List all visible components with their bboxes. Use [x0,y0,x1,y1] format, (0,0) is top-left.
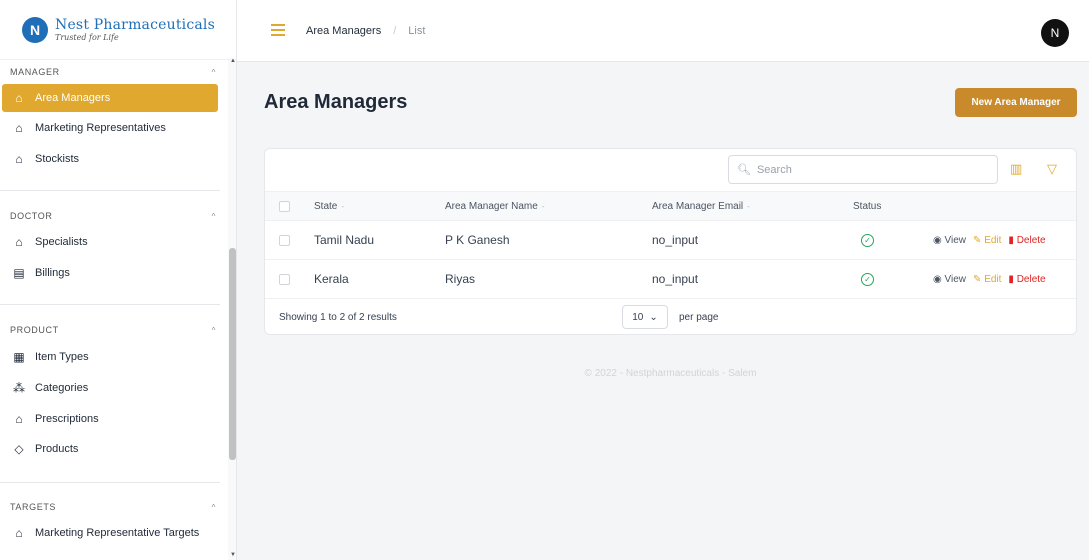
chevron-down-icon: ⌄ [649,311,658,323]
chevron-up-icon: ^ [211,211,216,221]
sort-icon: - [341,201,345,211]
search-placeholder: Search [756,163,792,176]
status-check-icon: ✓ [861,272,874,286]
sort-icon: - [541,201,545,211]
results-summary: Showing 1 to 2 of 2 results [279,312,397,323]
sidebar-item-categories[interactable]: ⁂ Categories [2,374,218,402]
search-icon: 🔍︎ [737,164,751,176]
edit-button[interactable]: ✎ Edit [973,235,1001,246]
search-input[interactable]: 🔍︎ Search [728,155,998,184]
filter-icon[interactable]: ▽ [1047,161,1057,177]
category-icon: ⁂ [13,381,25,395]
column-header-status: Status [853,200,882,212]
sidebar-item-area-managers[interactable]: ⌂ Area Managers [2,84,218,112]
brand-logo-icon: N [22,16,48,43]
folder-icon: ⌂ [15,91,23,105]
brand-tagline: Trusted for Life [55,32,119,42]
table-footer: Showing 1 to 2 of 2 results 10 ⌄ per page [265,299,1076,334]
select-all-checkbox[interactable] [279,200,290,212]
copyright: © 2022 - Nestpharmaceuticals - Salem [584,368,757,379]
brand-name: Nest Pharmaceuticals [55,16,215,33]
per-page-label: per page [679,312,719,323]
sidebar-item-products[interactable]: ◇ Products [2,435,218,463]
table-row: Tamil Nadu P K Ganesh no_input ✓ ◉ View … [265,221,1076,260]
tag-icon: ◇ [14,442,24,456]
sort-icon: - [747,201,750,211]
folder-icon: ⌂ [15,121,23,135]
sidebar-item-item-types[interactable]: ▦ Item Types [2,343,218,371]
topbar: Area Managers / List N [237,0,1089,62]
view-button[interactable]: ◉ View [933,235,966,246]
delete-button[interactable]: ▮ Delete [1008,235,1045,246]
divider [0,190,220,191]
grid-icon: ▦ [13,350,25,364]
column-header-state[interactable]: State - [314,192,344,220]
cell-name: P K Ganesh [445,233,510,247]
edit-button[interactable]: ✎ Edit [973,274,1001,285]
sidebar-item-prescriptions[interactable]: ⌂ Prescriptions [2,405,218,433]
cell-name: Riyas [445,272,476,286]
columns-icon[interactable]: ▥ [1010,161,1022,177]
cell-email: no_input [652,272,699,286]
scroll-up-arrow-icon[interactable]: ▲ [230,58,236,64]
sidebar-scrollbar-thumb[interactable] [229,248,236,460]
page-title: Area Managers [264,91,408,113]
brand[interactable]: N Nest Pharmaceuticals Trusted for Life [0,0,236,60]
column-header-name[interactable]: Area Manager Name - [445,192,545,220]
table-row: Kerala Riyas no_input ✓ ◉ View ✎ Edit ▮ … [265,260,1076,299]
chevron-up-icon: ^ [211,502,216,512]
chevron-up-icon: ^ [211,325,216,335]
table-card: 🔍︎ Search ▥ ▽ State - Area Manager Name - A… [264,148,1077,335]
new-area-manager-button[interactable]: New Area Manager [955,88,1077,117]
section-product[interactable]: PRODUCT ^ [10,325,216,335]
breadcrumb-list: List [408,25,426,37]
user-avatar[interactable]: N [1041,19,1069,47]
divider [0,482,220,483]
breadcrumb: Area Managers / List [306,25,425,37]
per-page-select[interactable]: 10 ⌄ [622,305,668,329]
row-checkbox[interactable] [279,234,290,246]
sidebar-item-marketing-representatives[interactable]: ⌂ Marketing Representatives [2,114,218,142]
section-manager[interactable]: MANAGER ^ [10,67,216,77]
section-targets[interactable]: TARGETS ^ [10,502,216,512]
folder-icon: ⌂ [15,152,23,166]
breadcrumb-separator: / [393,25,397,37]
scroll-down-arrow-icon[interactable]: ▼ [230,552,236,558]
column-header-email[interactable]: Area Manager Email - [652,192,750,220]
sidebar-item-specialists[interactable]: ⌂ Specialists [2,228,218,256]
sidebar-item-billings[interactable]: ▤ Billings [2,259,218,287]
row-checkbox[interactable] [279,273,290,285]
view-button[interactable]: ◉ View [933,274,966,285]
sidebar-item-stockists[interactable]: ⌂ Stockists [2,145,218,173]
cell-state: Tamil Nadu [314,233,375,247]
section-doctor[interactable]: DOCTOR ^ [10,211,216,221]
divider [0,304,220,305]
delete-button[interactable]: ▮ Delete [1008,274,1045,285]
breadcrumb-area-managers[interactable]: Area Managers [306,25,381,37]
sidebar: N Nest Pharmaceuticals Trusted for Life … [0,0,237,560]
sidebar-item-marketing-representative-targets[interactable]: ⌂ Marketing Representative Targets [2,519,218,547]
chevron-up-icon: ^ [211,67,216,77]
menu-icon[interactable] [271,24,285,36]
folder-icon: ⌂ [15,526,23,540]
receipt-icon: ▤ [13,266,25,280]
folder-icon: ⌂ [15,412,23,426]
cell-state: Kerala [314,272,349,286]
status-check-icon: ✓ [861,233,874,247]
folder-icon: ⌂ [15,235,23,249]
table-header: State - Area Manager Name - Area Manager E… [265,191,1076,221]
cell-email: no_input [652,233,699,247]
